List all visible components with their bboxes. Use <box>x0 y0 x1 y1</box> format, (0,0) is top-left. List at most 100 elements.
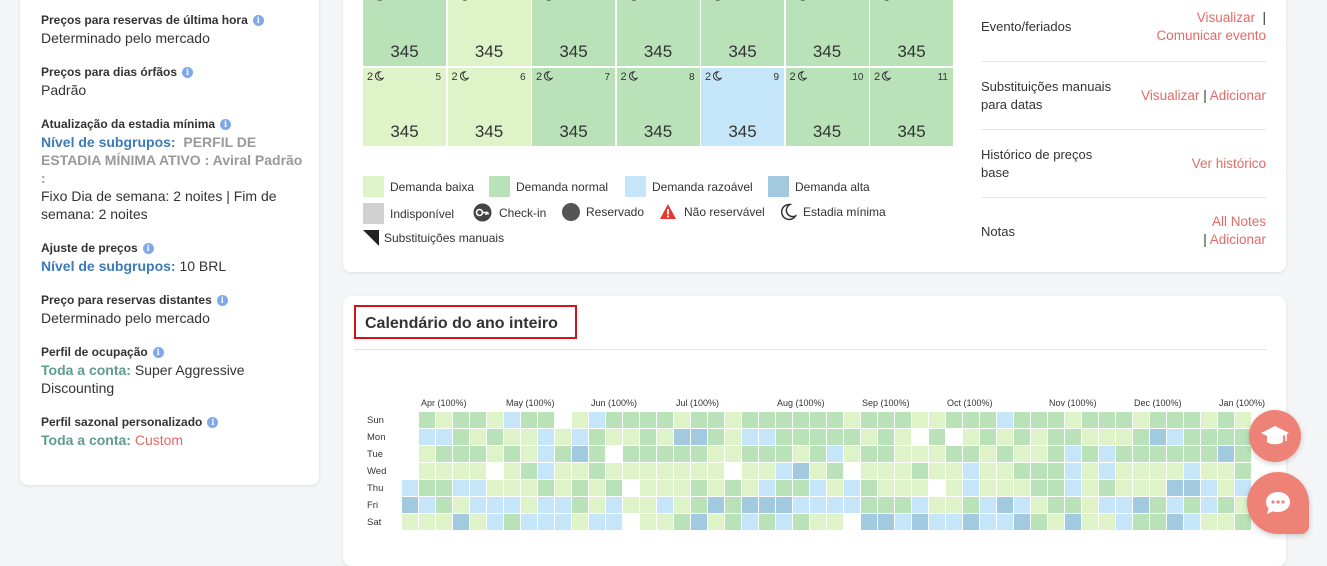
year-day-cell[interactable] <box>606 463 622 479</box>
year-day-cell[interactable] <box>1116 463 1132 479</box>
year-day-cell[interactable] <box>708 463 724 479</box>
year-day-cell[interactable] <box>1201 514 1217 530</box>
year-day-cell[interactable] <box>980 429 996 445</box>
year-day-cell[interactable] <box>946 497 962 513</box>
year-day-cell[interactable] <box>572 514 588 530</box>
year-day-cell[interactable] <box>487 497 503 513</box>
year-day-cell[interactable] <box>538 480 554 496</box>
year-day-cell[interactable] <box>1031 463 1047 479</box>
year-day-cell[interactable] <box>708 514 724 530</box>
year-day-cell[interactable] <box>691 480 707 496</box>
year-day-cell[interactable] <box>504 446 520 462</box>
year-day-cell[interactable] <box>1065 480 1081 496</box>
year-day-cell[interactable] <box>1167 514 1183 530</box>
year-day-cell[interactable] <box>674 480 690 496</box>
year-day-cell[interactable] <box>861 480 877 496</box>
year-day-cell[interactable] <box>674 463 690 479</box>
year-day-cell[interactable] <box>759 480 775 496</box>
year-day-cell[interactable] <box>1184 497 1200 513</box>
year-day-cell[interactable] <box>793 429 809 445</box>
year-day-cell[interactable] <box>776 497 792 513</box>
year-day-cell[interactable] <box>793 497 809 513</box>
year-day-cell[interactable] <box>538 446 554 462</box>
year-day-cell[interactable] <box>929 446 945 462</box>
year-day-cell[interactable] <box>453 446 469 462</box>
year-day-cell[interactable] <box>487 446 503 462</box>
year-day-cell[interactable] <box>1218 446 1234 462</box>
year-day-cell[interactable] <box>1082 446 1098 462</box>
year-day-cell[interactable] <box>1031 429 1047 445</box>
year-day-cell[interactable] <box>555 446 571 462</box>
year-day-cell[interactable] <box>657 412 673 428</box>
year-day-cell[interactable] <box>793 463 809 479</box>
calendar-day-cell[interactable]: 2 10 345 <box>785 68 869 146</box>
year-day-cell[interactable] <box>946 463 962 479</box>
year-day-cell[interactable] <box>929 514 945 530</box>
year-day-cell[interactable] <box>691 463 707 479</box>
year-day-cell[interactable] <box>776 429 792 445</box>
year-day-cell[interactable] <box>742 463 758 479</box>
year-day-cell[interactable] <box>436 514 452 530</box>
year-day-cell[interactable] <box>997 480 1013 496</box>
year-day-cell[interactable] <box>759 412 775 428</box>
year-day-cell[interactable] <box>878 412 894 428</box>
year-day-cell[interactable] <box>589 497 605 513</box>
year-day-cell[interactable] <box>878 446 894 462</box>
calendar-day-cell[interactable]: 2 2 345 <box>701 0 784 66</box>
year-day-cell[interactable] <box>1218 480 1234 496</box>
year-day-cell[interactable] <box>1167 497 1183 513</box>
year-day-cell[interactable] <box>487 412 503 428</box>
year-day-cell[interactable] <box>640 514 656 530</box>
calendar-day-cell[interactable]: 2 11 345 <box>870 68 953 146</box>
year-day-cell[interactable] <box>1218 463 1234 479</box>
calendar-day-cell[interactable]: 2 3 345 <box>785 0 869 66</box>
year-day-cell[interactable] <box>793 514 809 530</box>
year-day-cell[interactable] <box>759 446 775 462</box>
year-day-cell[interactable] <box>1099 412 1115 428</box>
year-day-cell[interactable] <box>1150 412 1166 428</box>
year-day-cell[interactable] <box>742 446 758 462</box>
year-day-cell[interactable] <box>538 412 554 428</box>
year-day-cell[interactable] <box>861 429 877 445</box>
year-day-cell[interactable] <box>555 463 571 479</box>
year-day-cell[interactable] <box>912 497 928 513</box>
year-day-cell[interactable] <box>623 412 639 428</box>
year-day-cell[interactable] <box>436 497 452 513</box>
year-day-cell[interactable] <box>419 429 435 445</box>
year-day-cell[interactable] <box>997 514 1013 530</box>
calendar-day-cell[interactable]: 2 7 345 <box>532 68 615 146</box>
info-icon[interactable]: i <box>207 416 219 428</box>
year-day-cell[interactable] <box>1133 446 1149 462</box>
year-day-cell[interactable] <box>946 514 962 530</box>
year-day-cell[interactable] <box>929 412 945 428</box>
year-day-cell[interactable] <box>589 514 605 530</box>
year-day-cell[interactable] <box>419 412 435 428</box>
year-day-cell[interactable] <box>589 463 605 479</box>
year-day-cell[interactable] <box>504 480 520 496</box>
year-day-cell[interactable] <box>1201 497 1217 513</box>
year-day-cell[interactable] <box>827 480 843 496</box>
year-day-cell[interactable] <box>861 514 877 530</box>
year-day-cell[interactable] <box>793 446 809 462</box>
year-day-cell[interactable] <box>657 446 673 462</box>
year-day-cell[interactable] <box>742 480 758 496</box>
year-day-cell[interactable] <box>827 463 843 479</box>
year-day-cell[interactable] <box>929 429 945 445</box>
year-day-cell[interactable] <box>436 446 452 462</box>
year-day-cell[interactable] <box>1014 429 1030 445</box>
year-day-cell[interactable] <box>1150 446 1166 462</box>
year-day-cell[interactable] <box>1167 446 1183 462</box>
report-event-link[interactable]: Comunicar evento <box>1156 27 1266 45</box>
year-day-cell[interactable] <box>963 446 979 462</box>
year-day-cell[interactable] <box>436 429 452 445</box>
year-day-cell[interactable] <box>963 514 979 530</box>
year-day-cell[interactable] <box>725 412 741 428</box>
year-day-cell[interactable] <box>1065 514 1081 530</box>
year-day-cell[interactable] <box>470 497 486 513</box>
year-day-cell[interactable] <box>742 514 758 530</box>
year-day-cell[interactable] <box>504 514 520 530</box>
calendar-day-cell[interactable]: 2 8 345 <box>616 68 700 146</box>
year-day-cell[interactable] <box>674 446 690 462</box>
year-day-cell[interactable] <box>1099 463 1115 479</box>
year-day-cell[interactable] <box>1133 480 1149 496</box>
